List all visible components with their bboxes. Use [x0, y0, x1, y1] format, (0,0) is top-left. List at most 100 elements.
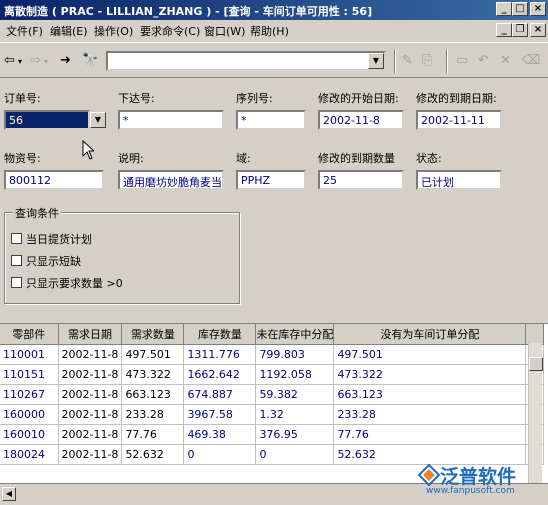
address-combo[interactable]: ▼: [106, 51, 386, 71]
table-row[interactable]: 110001 2002-11-8 497.501 1311.776 799.80…: [0, 344, 544, 365]
forward-dropdown-icon[interactable]: ▾: [44, 57, 48, 66]
menu-window[interactable]: 窗口(W): [204, 23, 245, 39]
chevron-down-icon[interactable]: ▼: [368, 53, 384, 69]
cell-unallocated-order: 77.76: [333, 424, 527, 445]
menu-requirement-commands[interactable]: 要求命令(C): [140, 23, 200, 39]
part-no-label: 物资号:: [4, 152, 41, 165]
new-icon[interactable]: ▭: [456, 53, 468, 68]
cell-part: 110001: [0, 344, 59, 365]
col-header-part[interactable]: 零部件: [0, 324, 59, 345]
menu-file[interactable]: 文件(F): [6, 23, 43, 39]
mdi-minimize-button[interactable]: _: [496, 23, 512, 37]
menu-operate[interactable]: 操作(O): [94, 23, 133, 39]
title-bar: 离散制造 ( PRAC - LILLIAN_ZHANG ) - [查询 - 车间…: [0, 0, 548, 20]
forward-arrow-icon[interactable]: ⇨: [30, 53, 41, 68]
cell-demand-qty: 663.123: [121, 384, 185, 405]
domain-label: 域:: [236, 152, 251, 165]
order-no-label: 订单号:: [4, 92, 41, 105]
checkbox-box[interactable]: [11, 277, 22, 288]
cell-demand-date: 2002-11-8: [58, 424, 123, 445]
cell-stock-qty: 3967.58: [183, 404, 257, 425]
checkbox-shortage-only[interactable]: 只显示短缺: [11, 253, 81, 269]
close-button[interactable]: ×: [530, 2, 546, 16]
cell-stock-qty: 1662.642: [183, 364, 257, 385]
cell-stock-qty: 469.38: [183, 424, 257, 445]
cell-demand-date: 2002-11-8: [58, 344, 123, 365]
watermark: 泛普软件 www.fanpusoft.com: [400, 462, 548, 502]
cell-unallocated-order: 233.28: [333, 404, 527, 425]
table-row[interactable]: 110267 2002-11-8 663.123 674.887 59.382 …: [0, 384, 544, 405]
cell-stock-qty: 1311.776: [183, 344, 257, 365]
menu-edit[interactable]: 编辑(E): [50, 23, 88, 39]
undo-icon[interactable]: ↶: [478, 53, 489, 68]
mouse-cursor-icon: [82, 140, 94, 160]
scrollbar-thumb[interactable]: [529, 357, 543, 371]
toolbar-separator: [446, 49, 448, 73]
start-date-field[interactable]: 2002-11-8: [318, 110, 404, 130]
table-row[interactable]: 110151 2002-11-8 473.322 1662.642 1192.0…: [0, 364, 544, 385]
menu-help[interactable]: 帮助(H): [250, 23, 289, 39]
eraser-icon[interactable]: ⌫: [522, 53, 540, 68]
delete-icon[interactable]: ✕: [500, 53, 511, 68]
go-to-icon[interactable]: ➜: [60, 53, 71, 68]
checkbox-label: 只显示短缺: [26, 255, 81, 268]
status-field[interactable]: 已计划: [416, 170, 502, 190]
cell-demand-qty: 233.28: [121, 404, 185, 425]
due-date-field[interactable]: 2002-11-11: [416, 110, 502, 130]
description-field[interactable]: 通用磨坊妙脆角麦当: [118, 170, 224, 190]
sequence-no-field[interactable]: *: [236, 110, 306, 130]
checkbox-box[interactable]: [11, 255, 22, 266]
table-row[interactable]: 160000 2002-11-8 233.28 3967.58 1.32 233…: [0, 404, 544, 425]
cell-part: 110151: [0, 364, 59, 385]
cell-unallocated-stock: 59.382: [255, 384, 335, 405]
col-header-demand-qty[interactable]: 需求数量: [121, 324, 185, 345]
due-quantity-field[interactable]: 25: [318, 170, 404, 190]
release-no-label: 下达号:: [118, 92, 155, 105]
col-header-extra[interactable]: [525, 324, 544, 345]
checkbox-label: 当日提货计划: [26, 233, 92, 246]
results-grid[interactable]: 零部件 需求日期 需求数量 库存数量 未在库存中分配 没有为车间订单分配 110…: [0, 323, 548, 483]
cell-demand-date: 2002-11-8: [58, 404, 123, 425]
description-label: 说明:: [118, 152, 144, 165]
watermark-url: www.fanpusoft.com: [426, 486, 515, 496]
back-arrow-icon[interactable]: ⇦: [4, 53, 15, 68]
col-header-unallocated-order[interactable]: 没有为车间订单分配: [333, 324, 527, 345]
cell-unallocated-stock: 0: [255, 444, 335, 465]
table-row[interactable]: 180024 2002-11-8 52.632 0 0 52.632: [0, 444, 544, 465]
cell-stock-qty: 674.887: [183, 384, 257, 405]
back-dropdown-icon[interactable]: ▾: [18, 57, 22, 66]
pencil-icon[interactable]: ✎: [402, 53, 413, 68]
scroll-left-icon[interactable]: ◀: [2, 487, 16, 501]
mdi-close-button[interactable]: ×: [530, 23, 546, 37]
checkbox-same-day-pickup[interactable]: 当日提货计划: [11, 231, 92, 247]
chevron-down-icon[interactable]: ▼: [90, 112, 106, 128]
domain-field[interactable]: PPHZ: [236, 170, 306, 190]
cell-demand-date: 2002-11-8: [58, 444, 123, 465]
col-header-stock-qty[interactable]: 库存数量: [183, 324, 257, 345]
part-no-field[interactable]: 800112: [4, 170, 104, 190]
col-header-demand-date[interactable]: 需求日期: [58, 324, 123, 345]
minimize-button[interactable]: _: [496, 2, 512, 16]
cell-unallocated-stock: 1192.058: [255, 364, 335, 385]
cell-demand-date: 2002-11-8: [58, 364, 123, 385]
checkbox-box[interactable]: [11, 233, 22, 244]
toolbar: ⇦ ▾ ⇨ ▾ ➜ 🔭 ▼ ✎ ⎘ ▭ ↶ ✕ ⌫: [0, 42, 548, 78]
maximize-button[interactable]: □: [512, 2, 528, 16]
table-row[interactable]: 160010 2002-11-8 77.76 469.38 376.95 77.…: [0, 424, 544, 445]
cell-part: 160000: [0, 404, 59, 425]
toolbar-separator: [394, 49, 396, 73]
watermark-brand: 泛普软件: [440, 466, 517, 488]
binoculars-icon[interactable]: 🔭: [82, 53, 98, 68]
checkbox-qty-gt-zero[interactable]: 只显示要求数量 >0: [11, 275, 123, 291]
cell-unallocated-order: 497.501: [333, 344, 527, 365]
order-no-field[interactable]: 56: [4, 110, 90, 130]
cell-demand-date: 2002-11-8: [58, 384, 123, 405]
mdi-restore-button[interactable]: ❐: [512, 23, 528, 37]
copy-icon[interactable]: ⎘: [422, 53, 432, 68]
release-no-field[interactable]: *: [118, 110, 224, 130]
cell-stock-qty: 0: [183, 444, 257, 465]
status-label: 状态:: [416, 152, 442, 165]
cell-part: 160010: [0, 424, 59, 445]
col-header-unallocated-stock[interactable]: 未在库存中分配: [255, 324, 335, 345]
cell-demand-qty: 473.322: [121, 364, 185, 385]
